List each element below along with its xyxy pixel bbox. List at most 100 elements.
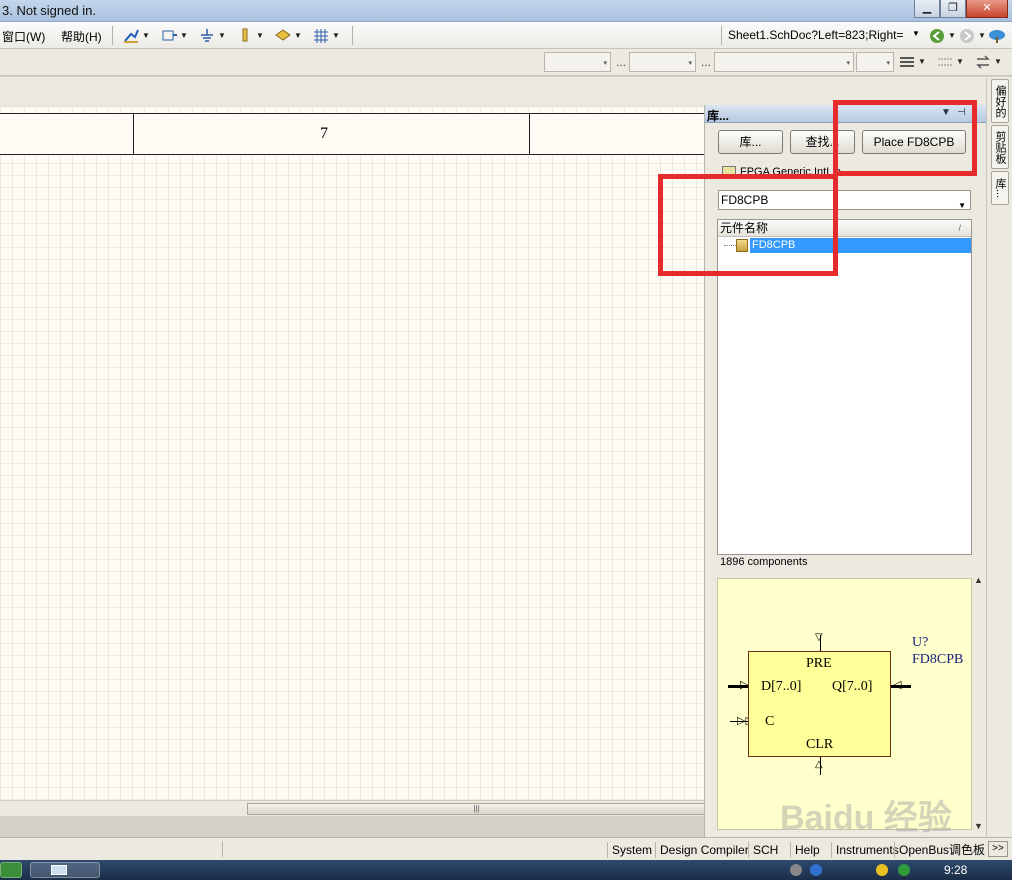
toolbar-separator <box>352 26 353 45</box>
ellipsis-label: ... <box>616 55 627 69</box>
chevron-down-icon[interactable]: ▼ <box>332 31 340 40</box>
wire-tool[interactable]: ▼ <box>122 26 150 45</box>
tray-icon[interactable] <box>876 864 888 876</box>
status-instruments[interactable]: Instruments <box>831 842 903 858</box>
app-window: 3. Not signed in. ▁ ❐ ✕ 窗口(W) 帮助(H) ▼ ▼ … <box>0 0 1012 880</box>
chevron-down-icon[interactable]: ▼ <box>978 31 986 40</box>
ellipsis-label: ... <box>701 55 712 69</box>
home-button[interactable] <box>988 26 1005 45</box>
zone-number: 7 <box>320 125 328 142</box>
side-panel-tabs: 偏好的 剪贴板 库... <box>986 77 1012 837</box>
window-icon <box>51 865 67 875</box>
chevron-down-icon[interactable]: ▼ <box>294 31 302 40</box>
size-combo[interactable]: ▾ <box>629 52 696 72</box>
shield-icon[interactable] <box>898 864 910 876</box>
place-component-button[interactable]: Place FD8CPB <box>862 130 966 154</box>
tab-favorites[interactable]: 偏好的 <box>991 79 1009 123</box>
library-selector[interactable]: FPGA Generic.IntLib <box>718 163 964 181</box>
chevron-down-icon[interactable]: ▼ <box>256 31 264 40</box>
pin-pre-arrow: ▽ <box>815 632 823 643</box>
pin-label-clr: CLR <box>806 737 834 752</box>
maximize-button[interactable]: ❐ <box>940 0 966 18</box>
status-more-button[interactable]: >> <box>988 841 1008 857</box>
component-filter-field[interactable]: FD8CPB ▼ <box>718 190 971 210</box>
chevron-down-icon[interactable]: ▼ <box>218 31 226 40</box>
chevron-down-icon: ▾ <box>886 60 890 67</box>
font-combo[interactable]: ▾ <box>544 52 611 72</box>
status-openbus[interactable]: OpenBus调色板 <box>894 842 989 858</box>
tab-clipboard[interactable]: 剪贴板 <box>991 125 1009 169</box>
chevron-down-icon[interactable]: ▼ <box>180 31 188 40</box>
close-button[interactable]: ✕ <box>966 0 1008 18</box>
tree-connector <box>724 245 736 246</box>
component-count: 1896 components <box>720 556 808 568</box>
library-panel: 库... ▼ ⊣ 库... 查找... Place FD8CPB FPGA Ge… <box>704 105 987 837</box>
zone-divider <box>529 114 530 154</box>
window-controls: ▁ ❐ ✕ <box>914 0 1008 18</box>
chevron-down-icon: ▾ <box>603 60 607 67</box>
grid-icon <box>312 28 329 44</box>
chevron-down-icon[interactable]: ▼ <box>948 31 956 40</box>
list-header[interactable]: 元件名称 / <box>718 220 971 237</box>
align-tool[interactable]: ▼ <box>898 52 926 71</box>
scroll-up-icon[interactable]: ▲ <box>974 575 983 585</box>
list-item-label: FD8CPB <box>750 238 971 253</box>
swap-tool[interactable]: ▼ <box>974 52 1002 71</box>
back-arrow-icon <box>928 28 945 44</box>
status-system[interactable]: System <box>607 842 656 858</box>
schematic-canvas[interactable]: 7 <box>0 105 706 800</box>
search-button[interactable]: 查找... <box>790 130 855 154</box>
tab-libraries[interactable]: 库... <box>991 171 1009 205</box>
scroll-thumb[interactable]: ||| <box>247 803 706 815</box>
document-tab-strip <box>0 77 1012 105</box>
horizontal-scrollbar[interactable]: ||| <box>0 800 706 816</box>
taskbar-clock: 9:28 <box>944 863 968 877</box>
net-label-tool[interactable]: ▼ <box>274 26 302 45</box>
preview-designator: U? <box>912 635 929 650</box>
preview-scrollbar[interactable]: ▲ ▼ <box>973 575 985 833</box>
chevron-down-icon[interactable]: ▼ <box>956 57 964 66</box>
status-help[interactable]: Help <box>790 842 824 858</box>
pin-icon[interactable]: ⊣ <box>957 107 966 118</box>
taskbar-app-button[interactable] <box>30 862 100 878</box>
bus-tool[interactable]: ▼ <box>160 26 188 45</box>
chevron-down-icon[interactable]: ▼ <box>142 31 150 40</box>
bus-icon <box>160 28 177 44</box>
forward-button[interactable]: ▼ <box>958 26 986 45</box>
chevron-down-icon[interactable]: ▼ <box>918 57 926 66</box>
distribute-tool[interactable]: ▼ <box>936 52 964 71</box>
power-port-icon <box>236 28 253 44</box>
filter-value: FD8CPB <box>721 193 769 207</box>
help-tray-icon[interactable] <box>810 864 822 876</box>
tray-icon[interactable] <box>790 864 802 876</box>
libraries-button[interactable]: 库... <box>718 130 783 154</box>
window-title: 3. Not signed in. <box>2 3 96 18</box>
preview-designator-block: U? FD8CPB <box>912 634 963 668</box>
pin-label-pre: PRE <box>806 656 832 671</box>
sheet-border-zone: 7 <box>0 113 706 155</box>
ground-tool[interactable]: ▼ <box>198 26 226 45</box>
style-combo[interactable]: ▾ <box>714 52 854 72</box>
back-button[interactable]: ▼ <box>928 26 956 45</box>
grid-tool[interactable]: ▼ <box>312 26 340 45</box>
option-combo[interactable]: ▾ <box>856 52 894 72</box>
address-dropdown-icon[interactable]: ▼ <box>912 29 920 38</box>
library-icon <box>722 166 736 177</box>
minimize-button[interactable]: ▁ <box>914 0 940 18</box>
list-item[interactable]: FD8CPB <box>718 238 971 253</box>
chevron-down-icon[interactable]: ▼ <box>994 57 1002 66</box>
forward-arrow-icon <box>958 28 975 44</box>
status-design-compiler[interactable]: Design Compiler <box>655 842 753 858</box>
power-port-tool[interactable]: ▼ <box>236 26 264 45</box>
start-button[interactable] <box>0 862 22 878</box>
component-list[interactable]: 元件名称 / FD8CPB <box>717 219 972 555</box>
status-sch[interactable]: SCH <box>748 842 782 858</box>
zone-divider <box>133 114 134 154</box>
menu-help[interactable]: 帮助(H) <box>61 28 102 45</box>
library-panel-title: 库... <box>707 109 730 123</box>
document-address-field[interactable]: Sheet1.SchDoc?Left=823;Right= <box>726 25 922 45</box>
scroll-down-icon[interactable]: ▼ <box>974 821 983 831</box>
chevron-down-icon[interactable]: ▼ <box>958 197 966 215</box>
panel-menu-icon[interactable]: ▼ <box>941 107 951 118</box>
menu-window[interactable]: 窗口(W) <box>2 28 45 45</box>
